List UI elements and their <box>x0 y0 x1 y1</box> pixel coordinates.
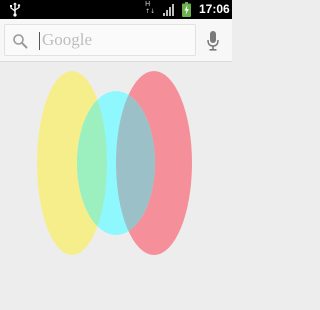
search-box[interactable] <box>4 24 196 56</box>
ellipse-canvas <box>37 71 192 255</box>
status-bar: H ↑↓ 17:06 <box>0 0 232 19</box>
search-input[interactable] <box>42 28 190 52</box>
signal-icon <box>163 4 174 16</box>
text-cursor <box>39 32 40 50</box>
usb-icon <box>10 2 21 17</box>
search-icon <box>13 34 28 49</box>
battery-charging-icon <box>182 2 191 17</box>
network-type-indicator: H ↑↓ <box>145 0 156 16</box>
status-clock: 17:06 <box>199 2 230 16</box>
mic-icon[interactable] <box>207 31 219 51</box>
google-search-widget <box>0 19 232 62</box>
